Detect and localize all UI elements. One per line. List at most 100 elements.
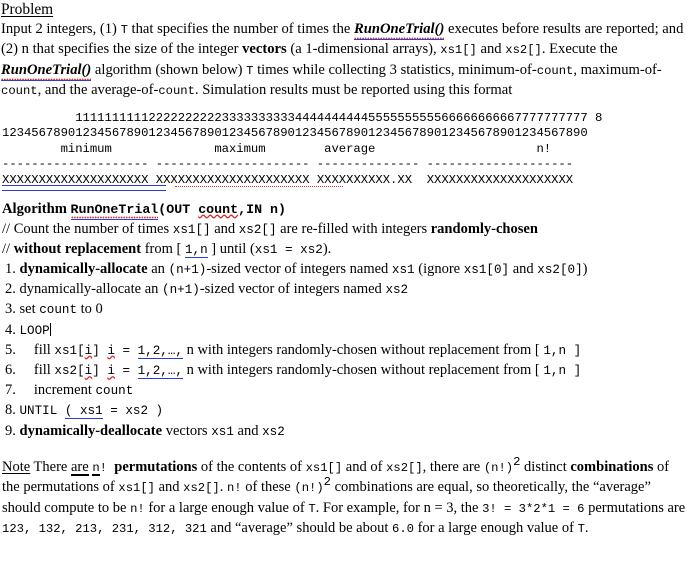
note-run-9: and <box>154 479 184 496</box>
step-2-code-n-plus-1: (n+1) <box>162 283 200 298</box>
step-5-code-var-i: i <box>107 343 115 358</box>
note-code-xs2-1: xs2[] <box>386 460 423 475</box>
step-6-run-b: n with integers randomly-chosen without … <box>182 362 544 379</box>
note-run-10: . <box>219 479 227 496</box>
step-5-code-xs1-open: xs1[ <box>54 343 85 358</box>
step-1-code-n-plus-1: (n+1) <box>168 263 207 277</box>
note-code-permutations-list: 123, 132, 213, 231, 312, 321 <box>2 522 207 537</box>
intro-run-1: Input 2 integers, (1) <box>1 21 121 37</box>
note-run-11: of these <box>241 479 295 496</box>
algorithm-comment-2: // without replacement from [ 1,n ] unti… <box>2 240 688 260</box>
placeholder-nfactorial: XXXXXXXXXXXXXXXXXXXX <box>426 173 574 187</box>
step-5-run-b: n with integers randomly-chosen without … <box>182 341 544 358</box>
note-code-3-factorial: 3! = 3*2*1 = 6 <box>482 501 585 516</box>
algorithm-step-5: 5. fill xs1[i] i = 1,2,…, n with integers… <box>2 341 688 361</box>
comment-slashes-2: // <box>2 240 14 257</box>
step-6-range-sequence: 1,2,…, <box>137 364 183 380</box>
note-run-7: distinct <box>520 458 571 475</box>
step-1-code-xs1: xs1 <box>391 263 415 277</box>
intro-run-10: , and the average-of- <box>37 82 159 99</box>
format-header-row: minimum maximum average n! <box>2 141 552 156</box>
intro-run-6: . Execute the <box>541 41 618 58</box>
note-paragraph: Note There are n! permutations of the co… <box>2 456 686 540</box>
document-page: Problem Input 2 integers, (1) T that spe… <box>0 0 688 562</box>
step-1-run-c: (ignore <box>414 261 464 277</box>
step-number-9: 9. <box>5 422 16 439</box>
step-4-code-loop: LOOP <box>19 323 50 338</box>
bold-vectors: vectors <box>242 41 287 58</box>
intro-run-4: (a 1-dimensional arrays), <box>286 41 441 58</box>
step-number-5: 5. <box>5 341 16 358</box>
tracked-change-underline-minimum <box>2 185 166 191</box>
intro-run-11: . Simulation results must be reported us… <box>194 82 513 99</box>
note-symbol-n: n <box>92 460 100 476</box>
note-run-13: for a large enough value of <box>144 499 309 516</box>
algorithm-step-2: 2. dynamically-allocate an (n+1)-sized v… <box>2 280 688 300</box>
step-6-run-a: fill <box>33 362 55 379</box>
page-title-text: Problem <box>1 1 54 18</box>
note-code-xs2-2: xs2[] <box>183 481 220 496</box>
comment-2-run-c: ). <box>322 240 332 257</box>
algorithm-keyword: Algorithm <box>2 200 67 217</box>
output-format-block: 1111111111222222222233333333334444444444… <box>0 111 688 191</box>
step-7-run-a: increment <box>33 382 96 399</box>
step-8-keyword-until: UNTIL <box>19 404 65 419</box>
step-5-range-sequence: 1,2,…, <box>137 343 183 359</box>
smart-tag-underline-maximum <box>175 185 343 187</box>
code-xs2-comment: xs2[] <box>238 222 277 237</box>
bold-without-replacement: without replacement <box>13 240 142 257</box>
note-run-6: , there are <box>422 458 484 475</box>
intro-run-9: , maximum-of- <box>573 61 662 78</box>
step-3-code-count: count <box>39 303 78 318</box>
note-run-4: of the contents of <box>197 458 306 475</box>
note-code-nfact-2: n! <box>130 501 145 516</box>
step-3-run-a: set <box>19 301 40 318</box>
note-code-six-point-zero: 6.0 <box>392 522 414 537</box>
comment-slashes-1: // <box>2 220 14 237</box>
step-9-run-b: and <box>233 422 263 439</box>
code-count-1: count <box>536 63 574 78</box>
function-name-runonetrial-1: RunOneTrial() <box>354 21 445 41</box>
comment-1-run-c: are re-filled with integers <box>276 220 431 237</box>
algorithm-param-rest: ,IN n) <box>238 201 286 217</box>
step-6-run-c: ] <box>566 364 582 379</box>
note-code-nfact-1: n! <box>226 481 242 496</box>
step-1-code-xs2-0: xs2[0] <box>537 263 583 277</box>
step-5-run-c: ] <box>566 343 582 358</box>
step-number-3: 3. <box>5 301 16 318</box>
note-code-xs1-1: xs1[] <box>305 460 343 475</box>
code-T: T <box>120 23 128 37</box>
step-9-run-a: vectors <box>162 422 212 439</box>
step-number-7: 7. <box>5 382 16 399</box>
algorithm-step-8: 8. UNTIL ( xs1 = xs2 ) <box>2 401 688 421</box>
algorithm-step-1: 1. dynamically-allocate an (n+1)-sized v… <box>2 260 688 280</box>
step-2-run-b: -sized vector of integers named <box>199 281 386 298</box>
algorithm-step-7: 7. increment count <box>2 381 688 401</box>
note-code-xs1-2: xs1[] <box>118 481 155 496</box>
note-bold-permutations: permutations <box>114 458 198 475</box>
note-run-14: . For example, for n = 3, the <box>315 499 483 516</box>
column-ruler-ones: 1234567890123456789012345678901234567890… <box>2 126 588 141</box>
intro-run-5: and <box>476 41 506 58</box>
step-1-run-a: an <box>147 261 169 277</box>
step-5-code-range: 1,n <box>543 343 567 358</box>
step-3-run-b: to 0 <box>77 301 103 318</box>
step-6-code-range: 1,n <box>543 364 567 379</box>
format-placeholder-inline: XXXXXXXXXXXXXXXXXXXX XXXXXXXXXXXXXXXXXXX… <box>2 173 574 191</box>
intro-run-8: times while collecting 3 statistics, min… <box>253 61 537 78</box>
step-6-code-var-i: i <box>107 364 115 379</box>
comment-2-run-a: from [ <box>141 240 185 257</box>
step-8-condition-rest: = xs2 ) <box>102 404 164 419</box>
step-9-code-xs2: xs2 <box>262 424 285 439</box>
note-bold-combinations: combinations <box>570 458 654 475</box>
note-word-are: are <box>70 458 89 476</box>
note-run-18: . <box>584 520 589 537</box>
step-2-run-a: an <box>141 281 163 298</box>
note-code-T-1: T <box>308 501 316 516</box>
step-5-run-a: fill <box>33 341 55 358</box>
note-run-15: permutations are <box>584 499 686 516</box>
algorithm-function-name: RunOneTrial <box>70 201 159 220</box>
step-5-code-equals: = <box>114 343 138 358</box>
placeholder-gap-3 <box>412 173 427 187</box>
step-2-code-xs2: xs2 <box>385 283 409 298</box>
